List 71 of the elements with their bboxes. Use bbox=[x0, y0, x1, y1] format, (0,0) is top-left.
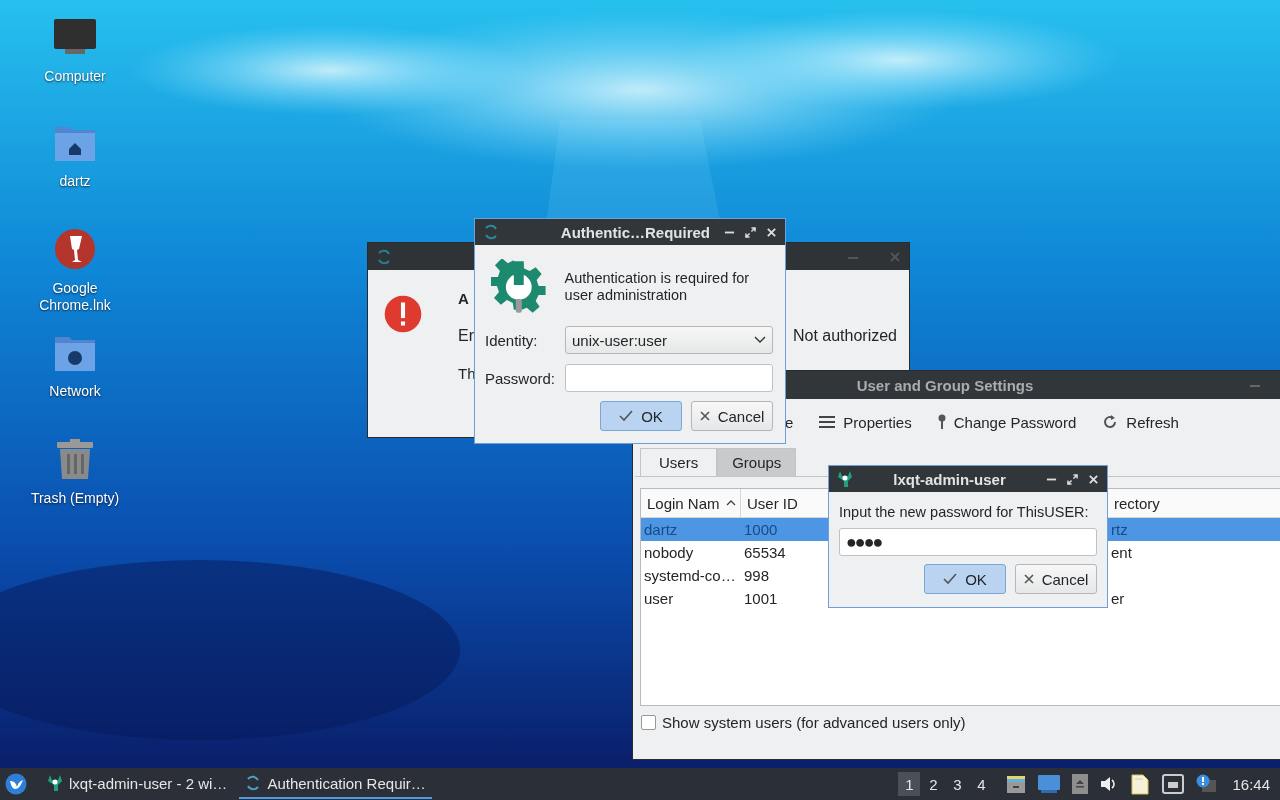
notes-icon[interactable] bbox=[1130, 773, 1151, 795]
file-cabinet-icon[interactable] bbox=[1006, 774, 1027, 794]
window-title: lxqt-admin-user bbox=[893, 470, 1006, 488]
toolbar-button[interactable]: e bbox=[783, 411, 796, 433]
table-cell-text: 1001 bbox=[743, 589, 779, 609]
table-cell: 1000 bbox=[741, 518, 828, 541]
window-title: User and Group Settings bbox=[856, 376, 1034, 394]
key-icon bbox=[937, 414, 946, 430]
taskbar-button[interactable]: lxqt-admin-user - 2 wi… bbox=[41, 769, 234, 799]
table-cell[interactable]: nobody bbox=[641, 541, 741, 564]
dialog-button[interactable]: Cancel bbox=[691, 401, 773, 431]
desktop-icon-label[interactable]: Google Chrome.lnk bbox=[20, 280, 130, 314]
swirl-icon bbox=[245, 775, 262, 791]
error-heading: A bbox=[458, 290, 469, 307]
maximize-icon[interactable] bbox=[745, 226, 756, 238]
cross-icon bbox=[1023, 574, 1034, 584]
dialog-button[interactable]: OK bbox=[924, 564, 1006, 594]
alert-icon[interactable] bbox=[1196, 774, 1217, 794]
launcher-icon[interactable] bbox=[5, 773, 27, 795]
desktop-icon-label[interactable]: Trash (Empty) bbox=[30, 490, 120, 507]
desktop-switcher-button[interactable]: 2 bbox=[922, 772, 945, 796]
table-cell[interactable]: user bbox=[641, 587, 741, 610]
sort-caret-icon bbox=[725, 500, 736, 506]
gear-wrench-icon bbox=[491, 259, 547, 315]
refresh-icon bbox=[1102, 414, 1119, 430]
new-password-field[interactable]: ●●●● bbox=[839, 528, 1097, 556]
desktop-switcher-button[interactable]: 4 bbox=[970, 772, 993, 796]
check-icon bbox=[619, 410, 634, 422]
desktop-switcher-button[interactable]: 1 bbox=[898, 772, 921, 796]
desktop-icon[interactable] bbox=[1038, 775, 1061, 793]
window-title: Authentic…Required bbox=[560, 223, 710, 241]
table-cell[interactable]: systemd-co… bbox=[641, 564, 741, 587]
password-field[interactable] bbox=[565, 364, 773, 392]
table-cell-text: ent bbox=[1110, 543, 1133, 563]
wrench-icon bbox=[837, 470, 853, 488]
tab[interactable]: Groups bbox=[717, 448, 797, 476]
eject-icon[interactable] bbox=[1072, 774, 1089, 794]
identity-dropdown[interactable]: unix-user:user bbox=[565, 326, 773, 354]
wine-glass-icon[interactable] bbox=[54, 228, 96, 270]
list-icon bbox=[819, 415, 836, 429]
auth-message: Authentication is required for user administration bbox=[564, 270, 751, 304]
table-cell-text: 998 bbox=[743, 566, 771, 586]
password-label: Password: bbox=[485, 369, 557, 387]
column-header[interactable]: Login Nam bbox=[641, 489, 741, 517]
toolbar-button[interactable]: Properties bbox=[817, 411, 914, 433]
error-message: Er bbox=[458, 327, 474, 345]
dialog-button[interactable]: OK bbox=[600, 401, 682, 431]
swirl-icon bbox=[483, 224, 499, 240]
cross-icon bbox=[699, 411, 710, 421]
table-cell: rtz bbox=[1108, 518, 1280, 541]
toolbar-button[interactable]: Refresh bbox=[1100, 411, 1181, 433]
swirl-icon bbox=[376, 248, 392, 265]
desktop-icon-label[interactable]: Network bbox=[49, 383, 101, 400]
checkbox-label[interactable]: Show system users (for advanced users only) bbox=[662, 714, 966, 731]
ethernet-icon[interactable] bbox=[1162, 774, 1185, 794]
password-prompt: Input the new password for ThisUSER: bbox=[839, 504, 1090, 520]
wrench-icon bbox=[47, 774, 63, 792]
table-cell-text: 65534 bbox=[743, 543, 787, 563]
tab[interactable]: Users bbox=[640, 448, 718, 476]
table-cell-text: er bbox=[1110, 589, 1126, 609]
identity-label: Identity: bbox=[485, 331, 539, 349]
check-icon bbox=[943, 573, 958, 585]
chevron-down-icon bbox=[754, 336, 766, 344]
toolbar-button[interactable]: Change Password bbox=[935, 411, 1079, 433]
clock[interactable]: 16:44 bbox=[1232, 775, 1270, 793]
maximize-icon[interactable] bbox=[1067, 473, 1078, 485]
error-message: Not authorized bbox=[792, 327, 897, 345]
dialog-button[interactable]: Cancel bbox=[1015, 564, 1097, 594]
checkbox[interactable] bbox=[641, 715, 656, 730]
taskbar-button[interactable]: Authentication Requir… bbox=[239, 769, 432, 799]
desktop-switcher-button[interactable]: 3 bbox=[946, 772, 969, 796]
